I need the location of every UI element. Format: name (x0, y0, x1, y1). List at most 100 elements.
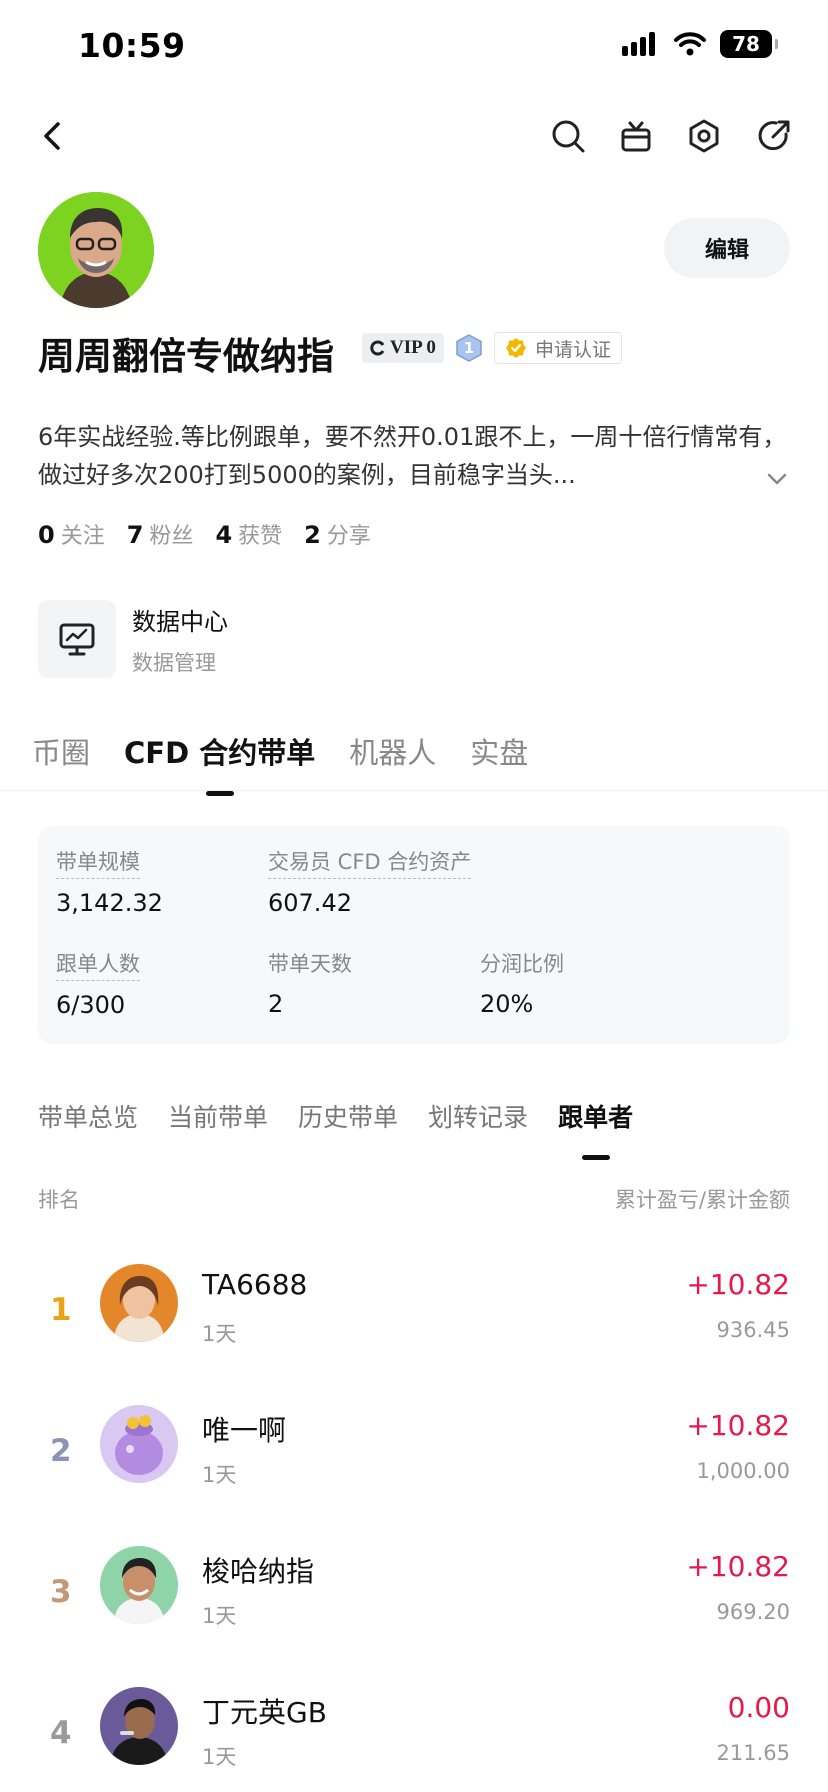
wifi-icon (674, 32, 706, 56)
stat-likes[interactable]: 4 获赞 (215, 518, 282, 550)
cert-label: 申请认证 (534, 338, 611, 361)
follower-pnl: +10.82 (686, 1409, 790, 1442)
tabs-divider (0, 790, 828, 791)
stat-fans[interactable]: 7 粉丝 (127, 518, 194, 550)
metric-scale-value: 3,142.32 (56, 889, 163, 917)
sub-tabs: 带单总览 当前带单 历史带单 划转记录 跟单者 (38, 1098, 633, 1160)
data-center-icon-box (38, 600, 116, 678)
cellular-signal-icon (622, 32, 655, 56)
metric-assets: 交易员 CFD 合约资产 607.42 (268, 846, 472, 917)
metric-followers: 跟单人数 6/300 (56, 948, 140, 1019)
metric-assets-value: 607.42 (268, 889, 352, 917)
follower-pnl: 0.00 (727, 1691, 790, 1724)
tab-crypto[interactable]: 币圈 (32, 730, 90, 796)
main-tabs: 币圈 CFD 合约带单 机器人 实盘 (32, 730, 528, 796)
stat-following[interactable]: 0 关注 (38, 518, 105, 550)
edit-profile-button[interactable]: 编辑 (664, 218, 790, 278)
status-time: 10:59 (78, 26, 186, 65)
back-button[interactable] (32, 114, 76, 158)
follower-amount: 1,000.00 (696, 1459, 790, 1483)
data-center-subtitle: 数据管理 (132, 650, 216, 675)
gift-icon (621, 121, 651, 152)
battery-indicator: 78 (720, 30, 778, 58)
follower-days: 1天 (202, 1745, 237, 1769)
avatar-portrait (100, 1405, 178, 1483)
metric-days: 带单天数 2 (268, 948, 352, 1018)
profile-bio: 6年实战经验.等比例跟单，要不然开0.01跟不上，一周十倍行情常有，做过好多次2… (38, 423, 787, 489)
avatar-portrait (100, 1687, 178, 1765)
verified-check-icon (505, 338, 526, 358)
metric-share-label: 分润比例 (480, 952, 564, 976)
data-center-entry[interactable]: 数据中心 数据管理 (38, 600, 228, 678)
follower-days: 1天 (202, 1604, 237, 1628)
tab-transfer-records[interactable]: 划转记录 (428, 1098, 528, 1160)
avatar (100, 1405, 178, 1483)
list-item[interactable]: 4 丁元英GB 1天 0.00 211.65 (38, 1687, 790, 1792)
list-item[interactable]: 1 TA6688 1天 +10.82 936.45 (38, 1264, 790, 1374)
follower-name: 丁元英GB (202, 1696, 327, 1729)
list-item[interactable]: 2 唯一啊 1天 +10.82 1,000.00 (38, 1405, 790, 1515)
stat-shares[interactable]: 2 分享 (304, 518, 371, 550)
metric-days-label: 带单天数 (268, 952, 352, 976)
list-header-rank: 排名 (38, 1188, 80, 1212)
status-bar: 10:59 78 (0, 0, 828, 96)
tab-followers[interactable]: 跟单者 (558, 1098, 633, 1160)
metric-assets-label[interactable]: 交易员 CFD 合约资产 (268, 846, 472, 879)
follower-days: 1天 (202, 1463, 237, 1487)
follower-pnl: +10.82 (686, 1550, 790, 1583)
top-nav (0, 108, 828, 164)
avatar (100, 1264, 178, 1342)
profile-stats: 0 关注 7 粉丝 4 获赞 2 分享 (38, 518, 371, 550)
list-header-pnl: 累计盈亏/累计金额 (614, 1188, 790, 1212)
bio-expand-button[interactable] (764, 466, 790, 496)
profile-name: 周周翻倍专做纳指 (38, 335, 334, 378)
tab-live[interactable]: 实盘 (470, 730, 528, 796)
tab-bots[interactable]: 机器人 (349, 730, 436, 796)
avatar (100, 1546, 178, 1624)
rank-number: 1 (50, 1292, 72, 1328)
vip-label: VIP 0 (390, 337, 436, 358)
chevron-left-icon (44, 122, 60, 150)
rank-number: 3 (50, 1574, 72, 1610)
data-center-title: 数据中心 (132, 607, 228, 636)
avatar-portrait (100, 1264, 178, 1342)
profile-avatar[interactable] (38, 192, 154, 308)
vip-badge[interactable]: VIP 0 (362, 333, 444, 363)
follower-pnl: +10.82 (686, 1268, 790, 1301)
search-icon (552, 120, 585, 153)
rank-number: 2 (50, 1433, 72, 1469)
follower-amount: 969.20 (716, 1600, 790, 1624)
hexagon-settings-icon (689, 119, 719, 153)
metric-scale: 带单规模 3,142.32 (56, 846, 163, 917)
search-button[interactable] (544, 112, 592, 160)
level-number: 1 (463, 339, 475, 357)
gift-button[interactable] (612, 112, 660, 160)
settings-button[interactable] (680, 112, 728, 160)
tab-history-orders[interactable]: 历史带单 (298, 1098, 398, 1160)
tab-current-orders[interactable]: 当前带单 (168, 1098, 268, 1160)
vip-swirl-icon (370, 340, 385, 356)
avatar-portrait (38, 192, 154, 308)
level-badge[interactable]: 1 (454, 333, 484, 363)
apply-certification-button[interactable]: 申请认证 (493, 332, 622, 364)
status-icons: 78 (622, 30, 778, 58)
list-item[interactable]: 3 梭哈纳指 1天 +10.82 969.20 (38, 1546, 790, 1656)
tab-overview[interactable]: 带单总览 (38, 1098, 138, 1160)
rank-number: 4 (50, 1715, 72, 1751)
metric-scale-label[interactable]: 带单规模 (56, 846, 140, 879)
follower-amount: 936.45 (716, 1318, 790, 1342)
profile-badges: VIP 0 1 申请认证 (362, 332, 622, 364)
metric-followers-value: 6/300 (56, 991, 126, 1019)
follower-name: 梭哈纳指 (202, 1555, 315, 1588)
tab-cfd-copy-trading[interactable]: CFD 合约带单 (124, 730, 315, 796)
avatar (100, 1687, 178, 1765)
share-arrow-icon (758, 120, 790, 151)
follower-amount: 211.65 (716, 1741, 790, 1765)
list-header: 排名 累计盈亏/累计金额 (38, 1184, 790, 1214)
metric-share-value: 20% (480, 990, 534, 1018)
avatar-portrait (100, 1546, 178, 1624)
chevron-down-icon (767, 473, 787, 485)
share-button[interactable] (750, 112, 798, 160)
follower-days: 1天 (202, 1322, 237, 1346)
metric-followers-label[interactable]: 跟单人数 (56, 948, 140, 981)
